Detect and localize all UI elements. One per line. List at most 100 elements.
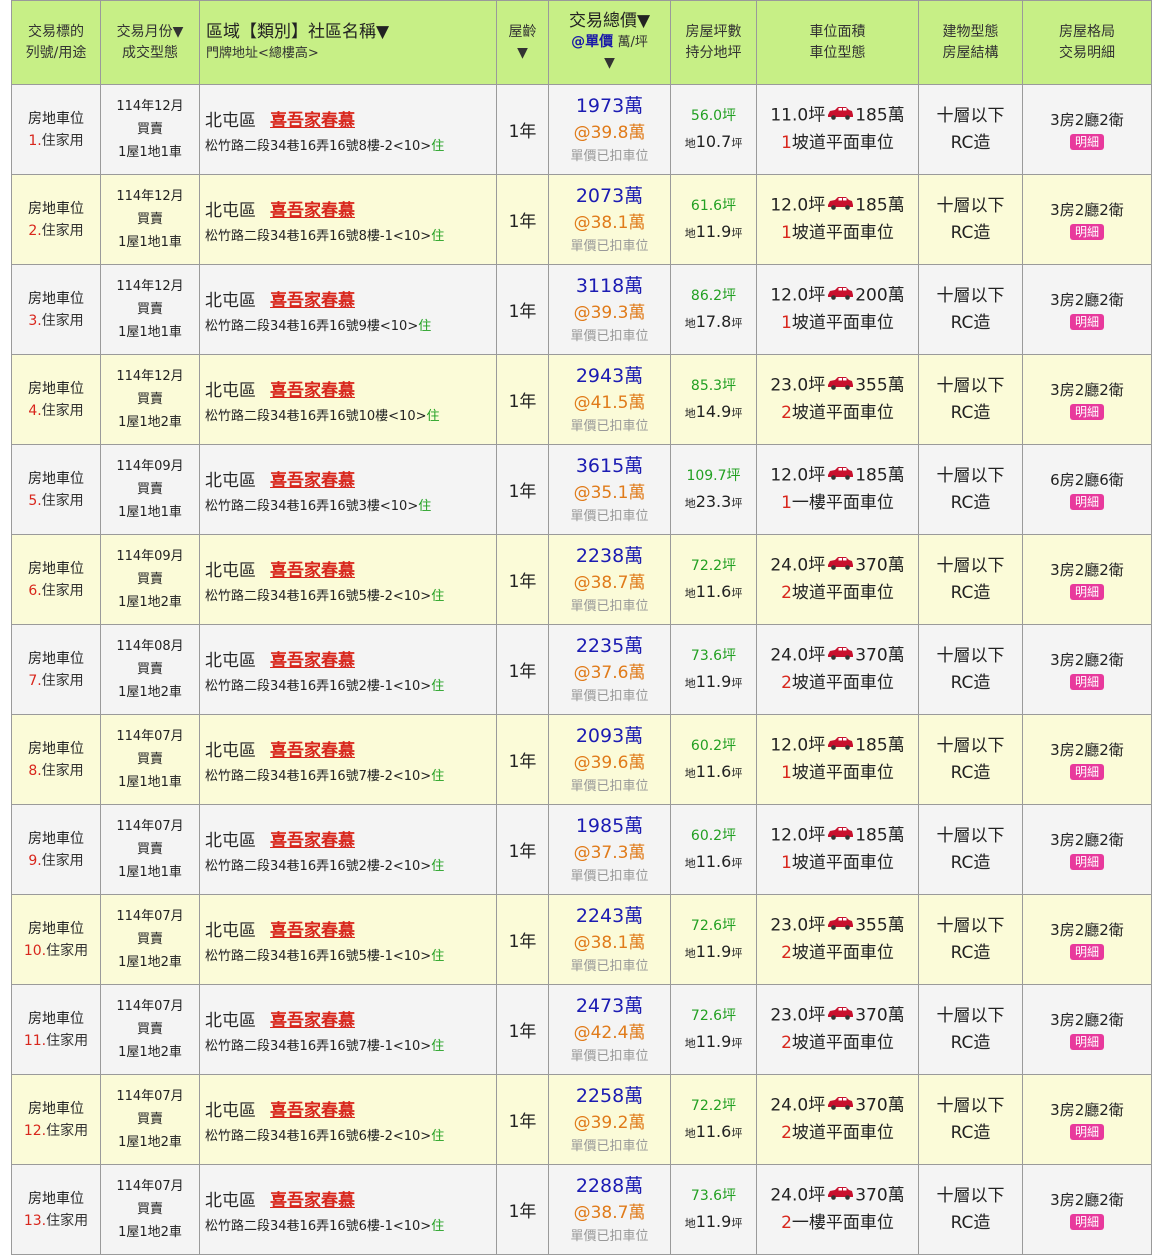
room-layout: 3房2廳2衛 — [1050, 111, 1124, 129]
unit-count: 1屋1地2車 — [118, 955, 182, 970]
header-price-sort[interactable]: 交易總價▼ @單價 萬/坪 ▼ — [548, 0, 671, 85]
community-link[interactable]: 喜吾家春慕 — [270, 1101, 355, 1121]
unit-count: 1屋1地2車 — [118, 415, 182, 430]
usage-label: 住家用 — [41, 762, 84, 779]
community-link[interactable]: 喜吾家春慕 — [270, 1191, 355, 1211]
header-target-type[interactable]: 交易標的 列號/用途 — [11, 0, 101, 85]
street-address: 松竹路二段34巷16弄16號9樓<10> — [205, 318, 419, 334]
table-row[interactable]: 房地車位 2.住家用 114年12月 買賣 1屋1地1車 北屯區 喜吾家春慕 松竹… — [11, 174, 1152, 265]
parking-type: 坡道平面車位 — [791, 942, 894, 963]
total-price: 1985萬 — [575, 814, 644, 837]
community-link[interactable]: 喜吾家春慕 — [270, 471, 355, 491]
address-usage: 住 — [431, 858, 445, 874]
unit-price: @39.2萬 — [573, 1112, 646, 1133]
building-type: 十層以下 — [936, 555, 1005, 576]
building-age: 1年 — [496, 264, 549, 355]
header-month-sort[interactable]: 交易月份▼ 成交型態 — [100, 0, 200, 85]
detail-button[interactable]: 明細 — [1069, 1214, 1104, 1230]
header-unit-price-sort[interactable]: @單價 — [571, 34, 613, 50]
row-number: 12. — [23, 1122, 47, 1139]
price-note: 單價已扣車位 — [570, 1048, 649, 1064]
detail-button[interactable]: 明細 — [1069, 134, 1104, 150]
table-row[interactable]: 房地車位 4.住家用 114年12月 買賣 1屋1地2車 北屯區 喜吾家春慕 松竹… — [11, 354, 1152, 445]
building-area: 60.2坪 — [690, 827, 737, 844]
usage-label: 住家用 — [41, 852, 84, 869]
detail-button[interactable]: 明細 — [1069, 404, 1104, 420]
parking-price: 355萬 — [855, 915, 905, 936]
car-icon — [826, 732, 854, 759]
community-link[interactable]: 喜吾家春慕 — [270, 831, 355, 851]
building-type: 十層以下 — [936, 285, 1005, 306]
table-row[interactable]: 房地車位 8.住家用 114年07月 買賣 1屋1地1車 北屯區 喜吾家春慕 松竹… — [11, 714, 1152, 805]
table-row[interactable]: 房地車位 10.住家用 114年07月 買賣 1屋1地2車 北屯區 喜吾家春慕 松… — [11, 894, 1152, 985]
car-icon — [826, 1002, 854, 1029]
total-price: 2235萬 — [575, 634, 644, 657]
usage-label: 住家用 — [41, 492, 84, 509]
detail-button[interactable]: 明細 — [1069, 584, 1104, 600]
community-link[interactable]: 喜吾家春慕 — [270, 111, 355, 131]
community-link[interactable]: 喜吾家春慕 — [270, 741, 355, 761]
month-cell: 114年12月 買賣 1屋1地1車 — [100, 264, 200, 355]
detail-button[interactable]: 明細 — [1069, 1034, 1104, 1050]
district-name: 北屯區 — [205, 1190, 256, 1211]
target-type: 房地車位 — [28, 560, 84, 577]
table-row[interactable]: 房地車位 9.住家用 114年07月 買賣 1屋1地1車 北屯區 喜吾家春慕 松竹… — [11, 804, 1152, 895]
parking-type: 坡道平面車位 — [791, 582, 894, 603]
detail-button[interactable]: 明細 — [1069, 674, 1104, 690]
district-name: 北屯區 — [205, 200, 256, 221]
trade-month: 114年07月 — [116, 819, 184, 834]
unit-price: @38.7萬 — [573, 572, 646, 593]
community-link[interactable]: 喜吾家春慕 — [270, 561, 355, 581]
land-area: 11.9 — [695, 671, 732, 691]
table-row[interactable]: 房地車位 3.住家用 114年12月 買賣 1屋1地1車 北屯區 喜吾家春慕 松竹… — [11, 264, 1152, 355]
detail-button[interactable]: 明細 — [1069, 314, 1104, 330]
community-link[interactable]: 喜吾家春慕 — [270, 291, 355, 311]
total-price: 2288萬 — [575, 1174, 644, 1197]
target-type: 房地車位 — [28, 650, 84, 667]
building-cell: 十層以下 RC造 — [918, 354, 1023, 445]
total-price: 2238萬 — [575, 544, 644, 567]
community-link[interactable]: 喜吾家春慕 — [270, 651, 355, 671]
land-area: 11.9 — [695, 1031, 732, 1051]
parking-price: 185萬 — [855, 735, 905, 756]
community-link[interactable]: 喜吾家春慕 — [270, 381, 355, 401]
detail-button[interactable]: 明細 — [1069, 764, 1104, 780]
deal-type: 買賣 — [136, 482, 163, 497]
target-cell: 房地車位 11.住家用 — [11, 984, 101, 1075]
header-community-sort[interactable]: 區域【類別】社區名稱▼ 門牌地址<總樓高> — [199, 0, 497, 85]
table-row[interactable]: 房地車位 7.住家用 114年08月 買賣 1屋1地2車 北屯區 喜吾家春慕 松竹… — [11, 624, 1152, 715]
community-link[interactable]: 喜吾家春慕 — [270, 1011, 355, 1031]
area-cell: 109.7坪 地23.3坪 — [670, 444, 757, 535]
table-row[interactable]: 房地車位 13.住家用 114年07月 買賣 1屋1地2車 北屯區 喜吾家春慕 松… — [11, 1164, 1152, 1255]
table-row[interactable]: 房地車位 5.住家用 114年09月 買賣 1屋1地1車 北屯區 喜吾家春慕 松竹… — [11, 444, 1152, 535]
table-row[interactable]: 房地車位 12.住家用 114年07月 買賣 1屋1地2車 北屯區 喜吾家春慕 松… — [11, 1074, 1152, 1165]
detail-button[interactable]: 明細 — [1069, 494, 1104, 510]
building-structure: RC造 — [950, 402, 991, 423]
header-parking[interactable]: 車位面積 車位型態 — [756, 0, 919, 85]
table-row[interactable]: 房地車位 11.住家用 114年07月 買賣 1屋1地2車 北屯區 喜吾家春慕 松… — [11, 984, 1152, 1075]
deal-type: 買賣 — [136, 842, 163, 857]
table-row[interactable]: 房地車位 6.住家用 114年09月 買賣 1屋1地2車 北屯區 喜吾家春慕 松竹… — [11, 534, 1152, 625]
community-link[interactable]: 喜吾家春慕 — [270, 921, 355, 941]
header-layout[interactable]: 房屋格局 交易明細 — [1022, 0, 1152, 85]
area-cell: 72.2坪 地11.6坪 — [670, 1074, 757, 1165]
table-row[interactable]: 房地車位 1.住家用 114年12月 買賣 1屋1地1車 北屯區 喜吾家春慕 松竹… — [11, 84, 1152, 175]
detail-button[interactable]: 明細 — [1069, 224, 1104, 240]
header-age-sort[interactable]: 屋齡 ▼ — [496, 0, 549, 85]
header-building[interactable]: 建物型態 房屋結構 — [918, 0, 1023, 85]
street-address: 松竹路二段34巷16弄16號10樓<10> — [205, 408, 427, 424]
detail-button[interactable]: 明細 — [1069, 854, 1104, 870]
row-number: 2. — [28, 222, 42, 239]
detail-button[interactable]: 明細 — [1069, 944, 1104, 960]
header-area[interactable]: 房屋坪數 持分地坪 — [670, 0, 757, 85]
parking-price: 370萬 — [855, 1095, 905, 1116]
detail-button[interactable]: 明細 — [1069, 1124, 1104, 1140]
unit-count: 1屋1地2車 — [118, 685, 182, 700]
building-age: 1年 — [496, 894, 549, 985]
building-cell: 十層以下 RC造 — [918, 264, 1023, 355]
community-link[interactable]: 喜吾家春慕 — [270, 201, 355, 221]
address-usage: 住 — [431, 678, 445, 694]
district-name: 北屯區 — [205, 740, 256, 761]
address-usage: 住 — [431, 768, 445, 784]
unit-price: @39.6萬 — [573, 752, 646, 773]
